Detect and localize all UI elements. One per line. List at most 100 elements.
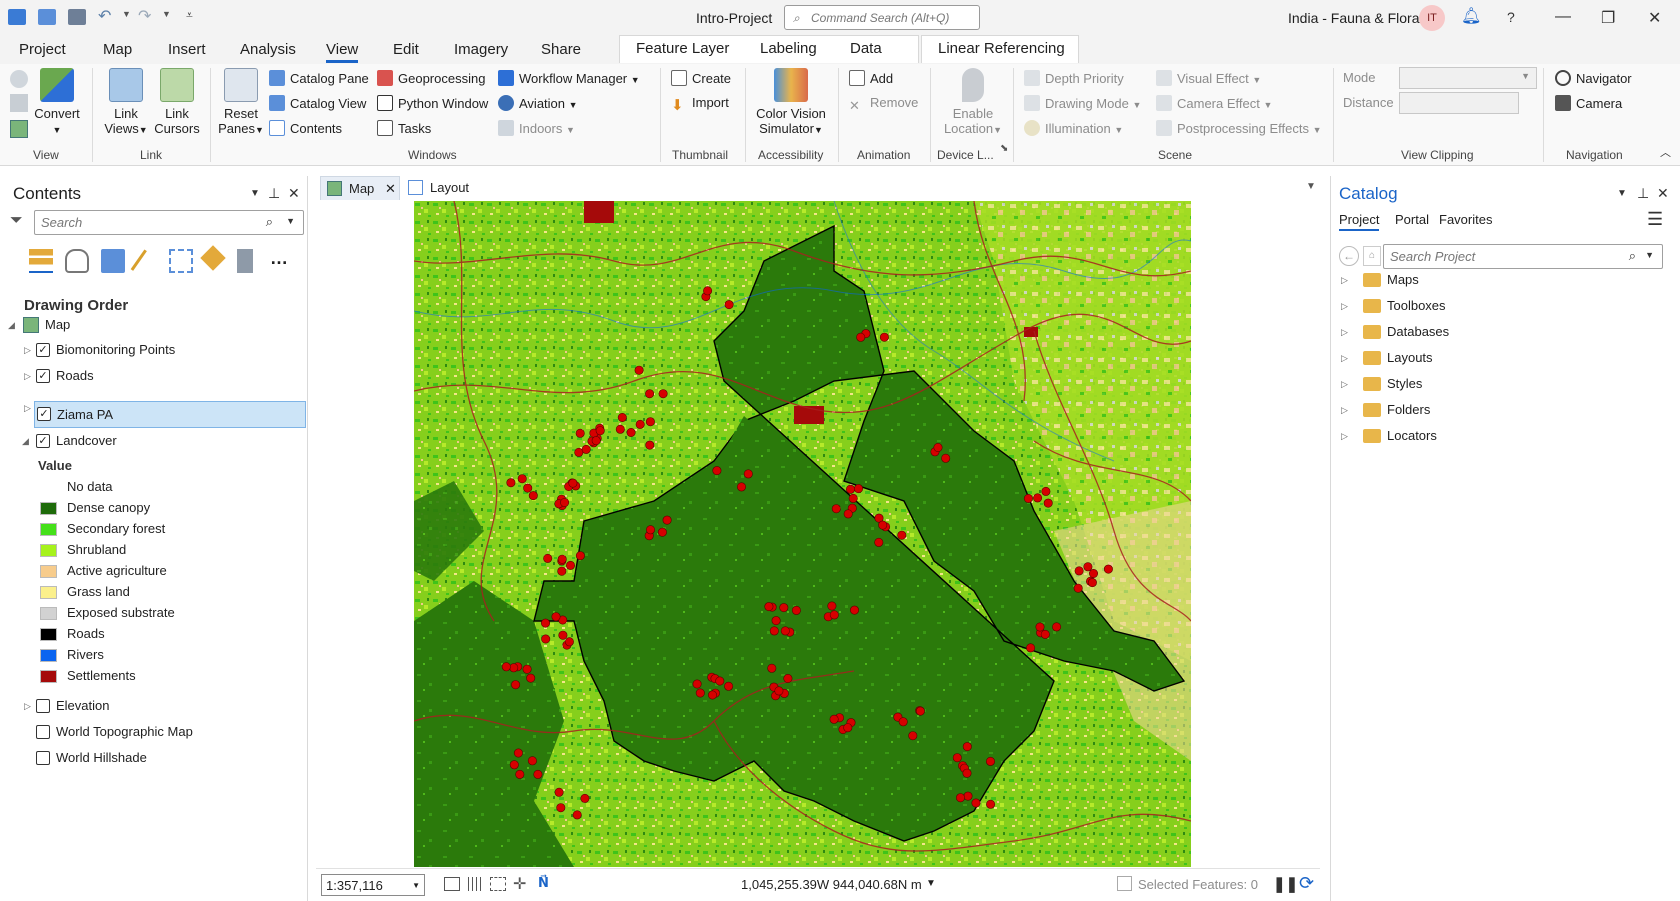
biomonitoring-point[interactable] bbox=[595, 426, 605, 436]
biomonitoring-point[interactable] bbox=[879, 332, 889, 342]
biomonitoring-point[interactable] bbox=[566, 560, 576, 570]
remove-animation-button[interactable]: ✕ Remove bbox=[849, 95, 918, 114]
notification-bell-icon[interactable]: 🔔︎ bbox=[1461, 6, 1481, 26]
indoors-button[interactable]: Indoors ▼ bbox=[498, 120, 575, 136]
tab-linear-referencing[interactable]: Linear Referencing bbox=[938, 40, 1065, 57]
list-by-editing-icon[interactable] bbox=[130, 249, 150, 273]
biomonitoring-point[interactable] bbox=[779, 603, 789, 613]
layer-row-elevation[interactable]: ▷ Elevation bbox=[20, 694, 300, 718]
expand-triangle-icon[interactable]: ▷ bbox=[24, 364, 31, 388]
layer-row-landcover[interactable]: ◢ ✓ Landcover bbox=[20, 429, 300, 453]
map-svg[interactable] bbox=[414, 201, 1191, 867]
biomonitoring-point[interactable] bbox=[645, 417, 655, 427]
biomonitoring-point[interactable] bbox=[580, 793, 590, 803]
biomonitoring-point[interactable] bbox=[517, 474, 527, 484]
catalog-item-databases[interactable]: ▷ Databases bbox=[1341, 321, 1641, 343]
biomonitoring-point[interactable] bbox=[845, 484, 855, 494]
biomonitoring-point[interactable] bbox=[551, 612, 561, 622]
tasks-button[interactable]: Tasks bbox=[377, 120, 431, 136]
layer-row-ziama-pa[interactable]: ✓ Ziama PA bbox=[34, 401, 306, 428]
pin-icon[interactable]: ⊥ bbox=[1637, 185, 1649, 202]
biomonitoring-point[interactable] bbox=[658, 389, 668, 399]
tab-feature-layer[interactable]: Feature Layer bbox=[636, 40, 729, 57]
biomonitoring-point[interactable] bbox=[908, 731, 918, 741]
biomonitoring-point[interactable] bbox=[511, 680, 521, 690]
biomonitoring-point[interactable] bbox=[1074, 566, 1084, 576]
biomonitoring-point[interactable] bbox=[831, 504, 841, 514]
biomonitoring-point[interactable] bbox=[849, 605, 859, 615]
open-project-icon[interactable] bbox=[38, 9, 56, 25]
collapse-triangle-icon[interactable]: ◢ bbox=[8, 313, 15, 337]
add-animation-button[interactable]: Add bbox=[849, 70, 893, 86]
grid-icon[interactable] bbox=[468, 877, 482, 891]
biomonitoring-point[interactable] bbox=[897, 530, 907, 540]
catalog-pane-button[interactable]: Catalog Pane bbox=[269, 70, 369, 86]
biomonitoring-point[interactable] bbox=[645, 389, 655, 399]
biomonitoring-point[interactable] bbox=[509, 760, 519, 770]
legend-swatch[interactable] bbox=[40, 544, 57, 557]
biomonitoring-point[interactable] bbox=[543, 553, 553, 563]
help-icon[interactable]: ? bbox=[1507, 9, 1515, 25]
biomonitoring-point[interactable] bbox=[774, 686, 784, 696]
biomonitoring-point[interactable] bbox=[780, 626, 790, 636]
biomonitoring-point[interactable] bbox=[581, 444, 591, 454]
close-icon[interactable]: ✕ bbox=[1648, 8, 1661, 28]
biomonitoring-point[interactable] bbox=[743, 469, 753, 479]
biomonitoring-point[interactable] bbox=[1023, 493, 1033, 503]
biomonitoring-point[interactable] bbox=[715, 676, 725, 686]
biomonitoring-point[interactable] bbox=[898, 717, 908, 727]
catalog-item-layouts[interactable]: ▷ Layouts bbox=[1341, 347, 1641, 369]
import-thumbnail-button[interactable]: ⬇ Import bbox=[671, 95, 729, 114]
biomonitoring-point[interactable] bbox=[645, 440, 655, 450]
biomonitoring-point[interactable] bbox=[843, 723, 853, 733]
biomonitoring-point[interactable] bbox=[591, 436, 601, 446]
navigator-button[interactable]: Navigator bbox=[1555, 70, 1632, 86]
restore-icon[interactable]: ❐ bbox=[1601, 8, 1615, 28]
coordinate-format-chevron-icon[interactable]: ▼ bbox=[926, 878, 936, 889]
list-by-snapping-icon[interactable] bbox=[169, 249, 193, 273]
biomonitoring-point[interactable] bbox=[1073, 583, 1083, 593]
hamburger-menu-icon[interactable]: ☰ bbox=[1647, 209, 1663, 230]
pin-icon[interactable]: ⊥ bbox=[268, 185, 280, 202]
biomonitoring-point[interactable] bbox=[764, 602, 774, 612]
biomonitoring-point[interactable] bbox=[783, 673, 793, 683]
biomonitoring-point[interactable] bbox=[533, 769, 543, 779]
contents-search-input[interactable]: Search ⌕ ▼ bbox=[34, 210, 304, 235]
biomonitoring-point[interactable] bbox=[515, 769, 525, 779]
legend-swatch[interactable] bbox=[40, 523, 57, 536]
biomonitoring-point[interactable] bbox=[558, 630, 568, 640]
biomonitoring-point[interactable] bbox=[695, 688, 705, 698]
map-canvas[interactable] bbox=[414, 201, 1191, 867]
expand-triangle-icon[interactable]: ▷ bbox=[24, 694, 31, 718]
biomonitoring-point[interactable] bbox=[848, 493, 858, 503]
biomonitoring-point[interactable] bbox=[513, 748, 523, 758]
postprocessing-effects-button[interactable]: Postprocessing Effects ▼ bbox=[1156, 120, 1322, 136]
view-tabs-dropdown-icon[interactable]: ▼ bbox=[1306, 181, 1316, 192]
biomonitoring-point[interactable] bbox=[554, 787, 564, 797]
biomonitoring-point[interactable] bbox=[575, 428, 585, 438]
biomonitoring-point[interactable] bbox=[635, 419, 645, 429]
drawing-mode-button[interactable]: Drawing Mode ▼ bbox=[1024, 95, 1141, 111]
layer-row-world-topographic-map[interactable]: World Topographic Map bbox=[20, 720, 300, 744]
globe-icon[interactable] bbox=[10, 70, 28, 88]
distance-input[interactable] bbox=[1399, 92, 1519, 114]
portal-name[interactable]: India - Fauna & Flora bbox=[1288, 10, 1420, 26]
biomonitoring-point[interactable] bbox=[771, 616, 781, 626]
redo-dropdown-icon[interactable]: ▼ bbox=[162, 9, 171, 19]
undo-dropdown-icon[interactable]: ▼ bbox=[122, 9, 131, 19]
biomonitoring-point[interactable] bbox=[522, 664, 532, 674]
biomonitoring-point[interactable] bbox=[829, 714, 839, 724]
expand-triangle-icon[interactable]: ▷ bbox=[24, 338, 31, 362]
workflow-manager-button[interactable]: Workflow Manager ▼ bbox=[498, 70, 640, 86]
mode-dropdown[interactable]: ▼ bbox=[1399, 67, 1537, 89]
biomonitoring-point[interactable] bbox=[769, 626, 779, 636]
customize-toolbar-icon[interactable]: ⩡ bbox=[186, 8, 193, 23]
biomonitoring-point[interactable] bbox=[878, 520, 888, 530]
biomonitoring-point[interactable] bbox=[724, 300, 734, 310]
biomonitoring-point[interactable] bbox=[767, 663, 777, 673]
map-icon[interactable] bbox=[10, 120, 28, 138]
catalog-view-button[interactable]: Catalog View bbox=[269, 95, 366, 111]
close-tab-icon[interactable]: ✕ bbox=[385, 177, 396, 201]
view-tab-layout[interactable]: Layout bbox=[404, 176, 484, 200]
tab-map[interactable]: Map bbox=[103, 41, 132, 58]
